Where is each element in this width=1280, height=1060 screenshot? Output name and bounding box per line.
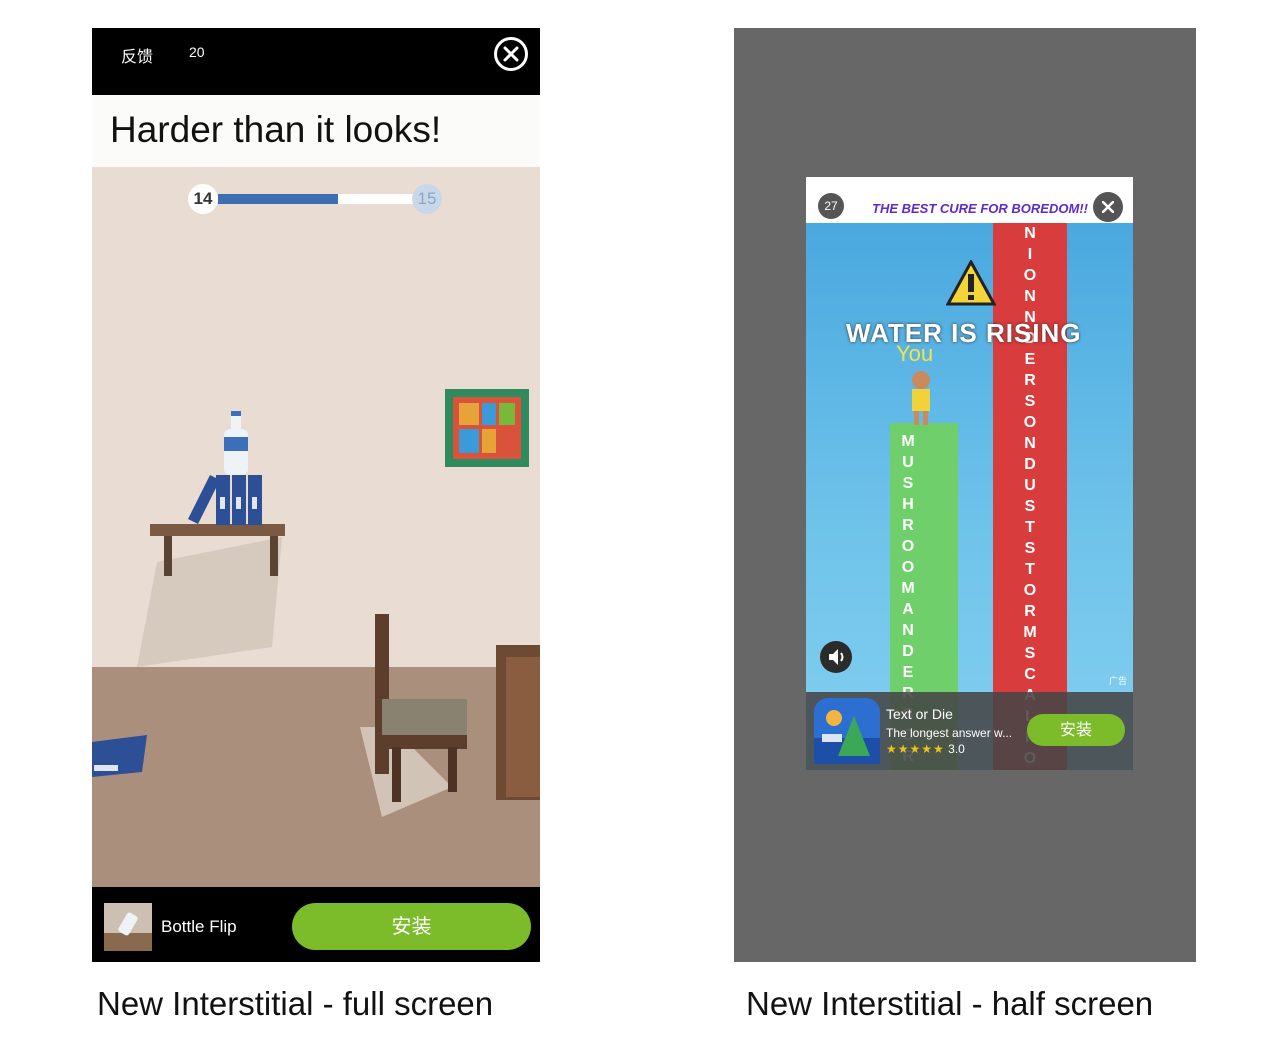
tower-letter: S [1024,498,1036,515]
game-preview[interactable]: 14 15 [92,167,540,887]
ad-top-bar: 27 THE BEST CURE FOR BOREDOM!! [806,177,1133,223]
tower-letter: T [1025,561,1035,578]
headline-text: Harder than it looks! [110,109,442,150]
tower-letter: N [902,622,914,639]
tower-letter: H [902,496,914,513]
install-button[interactable]: 安装 [1027,714,1125,746]
app-description: The longest answer w... [886,726,1013,740]
player-label: You [896,341,934,366]
tower-letter: N [1024,225,1036,242]
caption-half-screen: New Interstitial - half screen [746,985,1154,1022]
red-word-tower: NIONNDERSONDUSTSTORMSCALFO [993,223,1067,770]
red-tower-letters: NIONNDERSONDUSTSTORMSCALFO [1020,223,1040,769]
app-name: Bottle Flip [161,917,237,936]
tower-letter: O [1023,582,1037,599]
sound-toggle-button[interactable] [820,641,852,673]
top-bar: 反馈 20 [92,28,540,95]
countdown-timer: 20 [189,44,205,60]
install-bar: Bottle Flip 安装 [92,887,540,962]
app-icon[interactable] [814,698,880,764]
speaker-icon [829,649,844,665]
half-screen-backdrop: 27 THE BEST CURE FOR BOREDOM!! NIONNDERS… [734,28,1196,962]
warning-icon [946,260,996,306]
text-or-die-app-icon [814,710,880,764]
full-screen-interstitial: 反馈 20 Harder than it looks! 14 15 Bottle… [92,28,540,962]
tower-letter: M [1023,624,1037,641]
feedback-link[interactable]: 反馈 [121,43,153,67]
tower-letter: O [901,559,915,576]
tower-letter: U [1024,477,1036,494]
close-button[interactable] [494,37,528,71]
player-character [912,371,930,425]
bottle-app-icon [104,912,152,951]
tower-letter: R [1024,603,1036,620]
tower-letter: C [1024,666,1036,683]
tower-letter: S [1024,393,1036,410]
tower-letter: N [1024,288,1036,305]
tower-letter: O [1023,414,1037,431]
tower-letter: S [902,475,914,492]
app-icon[interactable] [104,903,152,951]
app-install-bar: Text or Die The longest answer w... ★★★★… [806,692,1133,770]
tower-letter: M [901,580,915,597]
countdown-timer: 27 [818,193,844,219]
tower-letter: A [902,601,914,618]
close-button[interactable] [1093,192,1123,222]
tower-letter: E [1024,351,1036,368]
rating-stars: ★★★★★ [886,742,945,756]
tower-letter: M [901,433,915,450]
close-icon [503,46,519,62]
close-icon [1102,201,1114,213]
tower-letter: N [1024,435,1036,452]
video-banner: WATER IS RISING [846,318,1082,348]
ad-tagline: THE BEST CURE FOR BOREDOM!! [872,201,1088,216]
tower-letter: D [1024,456,1036,473]
caption-full-screen: New Interstitial - full screen [97,985,494,1022]
tower-letter: E [902,664,914,681]
tower-letter: O [901,538,915,555]
tower-letter: D [902,643,914,660]
tower-letter: S [1024,645,1036,662]
tower-letter: T [1025,519,1035,536]
tower-letter: R [1024,372,1036,389]
half-screen-ad-card: 27 THE BEST CURE FOR BOREDOM!! NIONNDERS… [806,177,1133,770]
rating-value: 3.0 [948,742,965,756]
tower-letter: U [902,454,914,471]
tower-letter: I [1027,246,1033,263]
room-scene-illustration [92,389,540,817]
ad-video[interactable]: NIONNDERSONDUSTSTORMSCALFO MUSHROOMANDER… [806,223,1133,770]
install-button[interactable]: 安装 [292,903,531,950]
ad-badge: 广告 [1108,677,1127,687]
tower-letter: S [1024,540,1036,557]
tower-letter: R [902,517,914,534]
ad-headline: Harder than it looks! [92,95,540,167]
app-name: Text or Die [886,706,953,722]
app-rating: ★★★★★ 3.0 [886,742,965,756]
tower-letter: O [1023,267,1037,284]
